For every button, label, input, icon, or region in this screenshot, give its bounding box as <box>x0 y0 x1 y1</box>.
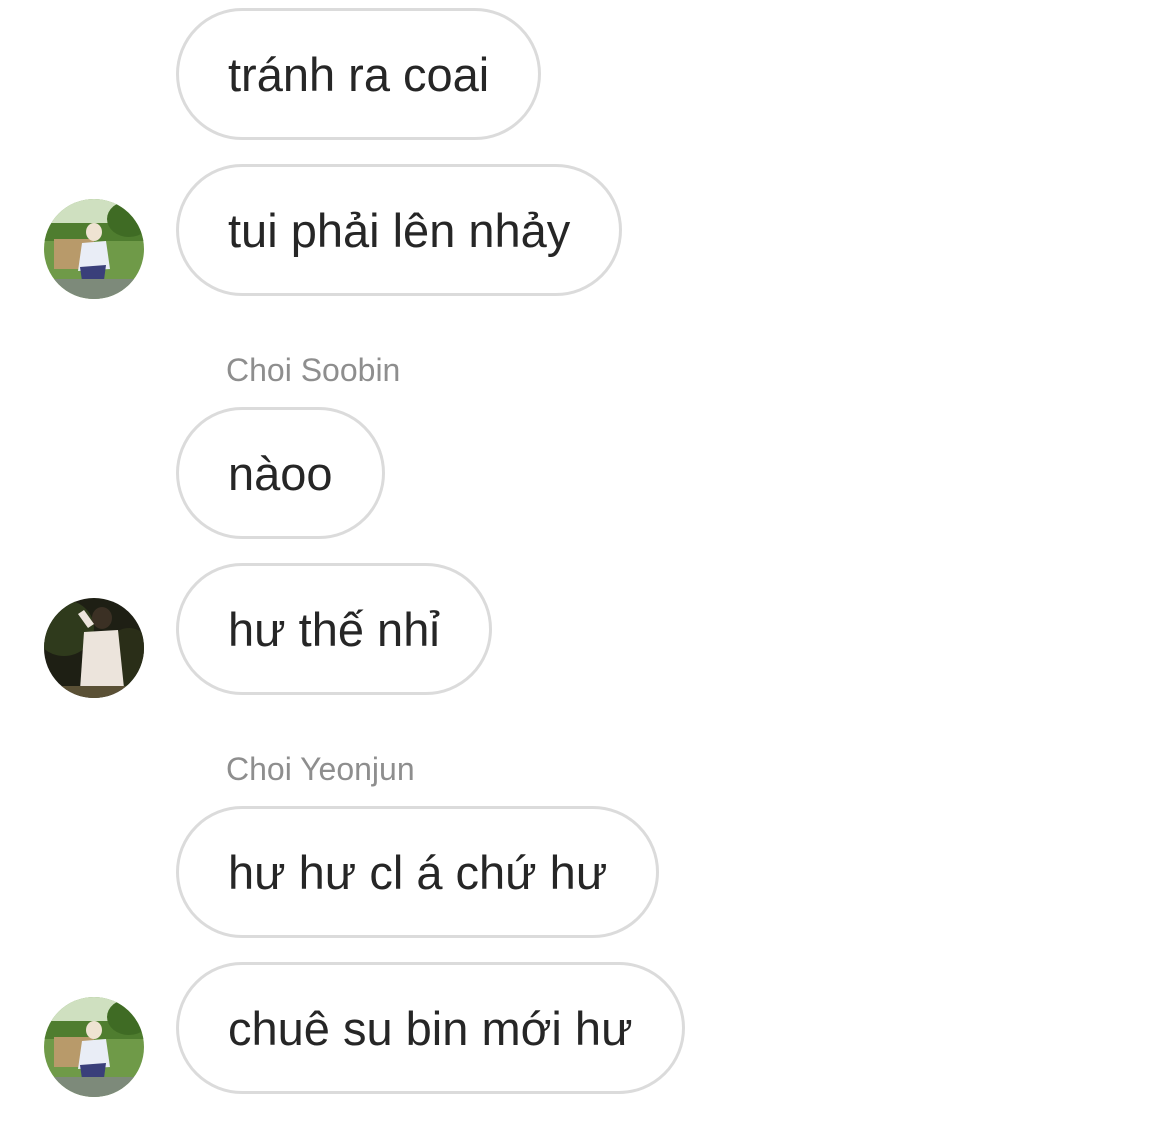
message-bubble[interactable]: tui phải lên nhảy <box>176 164 623 296</box>
message-bubble[interactable]: hư thế nhỉ <box>176 563 492 695</box>
sender-name: Choi Yeonjun <box>226 751 415 787</box>
message-text: chuê su bin mới hư <box>228 1001 633 1055</box>
avatar-image <box>44 598 144 698</box>
message-bubble[interactable]: chuê su bin mới hư <box>176 962 685 1094</box>
sender-name: Choi Soobin <box>226 352 401 388</box>
message-bubble[interactable]: nàoo <box>176 407 385 539</box>
message-bubble[interactable]: tránh ra coai <box>176 8 542 140</box>
avatar-image <box>44 997 144 1097</box>
avatar-image <box>44 199 144 299</box>
message-text: hư thế nhỉ <box>228 602 440 656</box>
message-text: nàoo <box>228 446 333 500</box>
message-text: tui phải lên nhảy <box>228 203 571 257</box>
avatar[interactable] <box>44 598 144 698</box>
message-thread: tránh ra coai tui phải lên nhảy Choi Soo… <box>0 0 1170 1130</box>
message-text: hư hư cl á chứ hư <box>228 845 608 899</box>
avatar[interactable] <box>44 997 144 1097</box>
message-text: tránh ra coai <box>228 47 490 101</box>
avatar[interactable] <box>44 199 144 299</box>
message-bubble[interactable]: hư hư cl á chứ hư <box>176 806 660 938</box>
